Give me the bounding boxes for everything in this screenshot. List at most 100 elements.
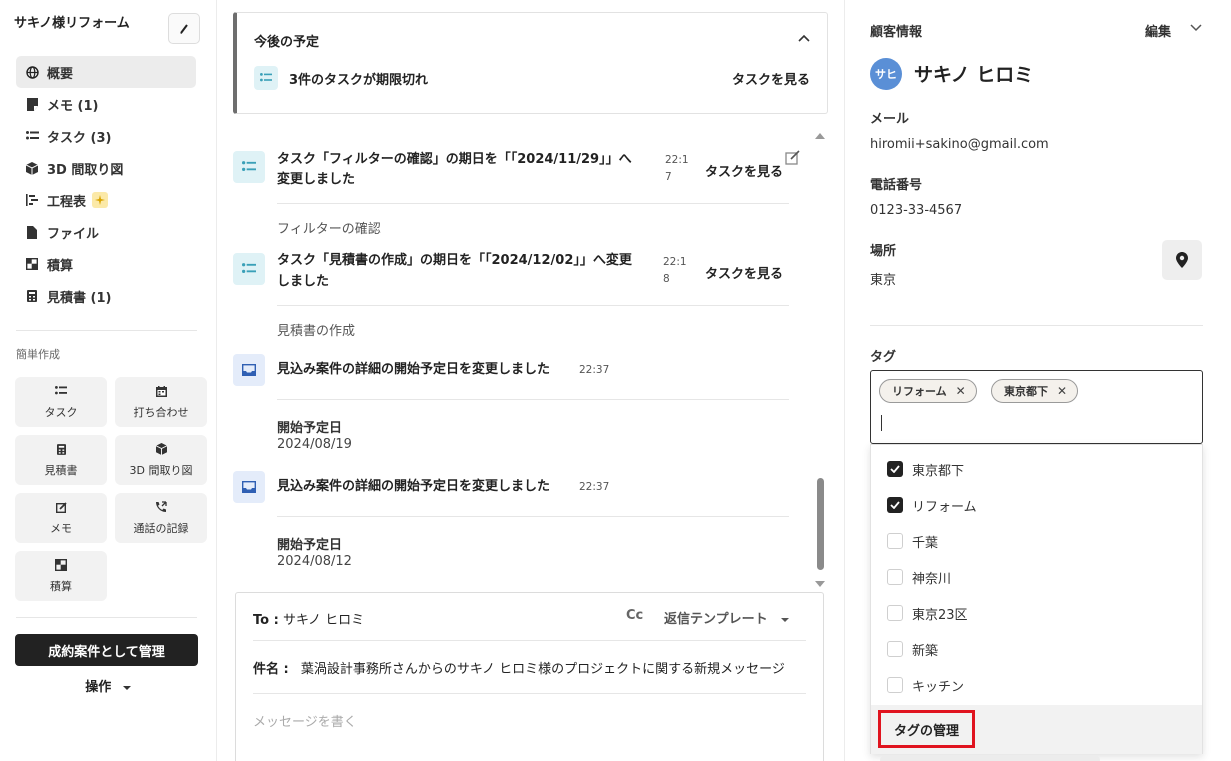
scrollbar-thumb[interactable] bbox=[817, 478, 824, 570]
checkbox-checked-icon[interactable] bbox=[887, 497, 903, 513]
recipient-field[interactable]: To : サキノ ヒロミ bbox=[253, 609, 364, 628]
checkbox-icon[interactable] bbox=[887, 605, 903, 621]
feed-scrollbar[interactable] bbox=[814, 130, 826, 588]
tag-option-label: 新築 bbox=[912, 643, 939, 659]
sidebar-item-tasks[interactable]: タスク (3) bbox=[16, 120, 196, 152]
tag-dropdown: 東京都下 リフォーム 千葉 神奈川 東京23区 新築 キッチン タグの管理 bbox=[870, 444, 1203, 754]
estimate-icon bbox=[55, 558, 67, 572]
map-pin-icon bbox=[1176, 252, 1188, 268]
sidebar-item-estimate[interactable]: 積算 bbox=[16, 248, 196, 280]
caret-down-icon bbox=[781, 617, 790, 622]
checkbox-icon[interactable] bbox=[887, 533, 903, 549]
to-label: To : bbox=[253, 613, 279, 628]
customer-name: サキノ ヒロミ bbox=[914, 64, 1034, 86]
avatar: サヒ bbox=[870, 58, 902, 90]
chevron-down-icon[interactable] bbox=[1189, 22, 1203, 32]
sidebar-item-quotation[interactable]: 見積書 (1) bbox=[16, 280, 196, 312]
divider bbox=[253, 640, 806, 641]
text-cursor bbox=[881, 415, 882, 431]
quick-estimate-button[interactable]: 積算 bbox=[15, 551, 107, 601]
estimate-icon bbox=[25, 257, 39, 271]
activity-title-cont: しました bbox=[277, 274, 330, 289]
tag-option[interactable]: 神奈川 bbox=[887, 567, 951, 587]
sidebar-item-schedule[interactable]: 工程表 bbox=[16, 184, 196, 216]
activity-task-name: 見積書の作成 bbox=[277, 324, 356, 339]
sidebar-item-memo[interactable]: メモ (1) bbox=[16, 88, 196, 120]
activity-title: 見込み案件の詳細の開始予定日を変更しました bbox=[277, 362, 551, 377]
sidebar-item-files[interactable]: ファイル bbox=[16, 216, 196, 248]
manage-tags-button[interactable]: タグの管理 bbox=[878, 710, 975, 748]
map-button[interactable] bbox=[1162, 240, 1202, 280]
divider bbox=[870, 325, 1203, 326]
tag-option-label: 東京都下 bbox=[912, 463, 965, 479]
tag-option[interactable]: 千葉 bbox=[887, 531, 938, 551]
checkbox-icon[interactable] bbox=[887, 677, 903, 693]
checkbox-checked-icon[interactable] bbox=[887, 461, 903, 477]
cc-button[interactable]: Cc bbox=[626, 608, 643, 623]
sidebar-item-overview[interactable]: 概要 bbox=[16, 56, 196, 88]
quick-quotation-button[interactable]: 見積書 bbox=[15, 435, 107, 485]
sidebar-item-label: 積算 bbox=[47, 258, 74, 274]
calculator-icon bbox=[25, 289, 39, 303]
change-field-label: 開始予定日 bbox=[277, 538, 343, 553]
tag-option[interactable]: キッチン bbox=[887, 675, 964, 695]
quick-3d-floorplan-label: 3D 間取り図 bbox=[129, 464, 193, 477]
quick-task-button[interactable]: タスク bbox=[15, 377, 107, 427]
quick-meeting-label: 打ち合わせ bbox=[133, 406, 189, 419]
activity-time-cont: 8 bbox=[663, 273, 670, 285]
inbox-icon bbox=[233, 354, 265, 386]
tag-option[interactable]: リフォーム bbox=[887, 495, 977, 515]
divider bbox=[16, 330, 197, 331]
customer-panel: 顧客情報 編集 サヒ サキノ ヒロミ メール hiromii+sakino@gm… bbox=[844, 0, 1231, 761]
sidebar-item-3d-floorplan[interactable]: 3D 間取り図 bbox=[16, 152, 196, 184]
phone-value[interactable]: 0123-33-4567 bbox=[870, 203, 962, 218]
scroll-down-icon[interactable] bbox=[815, 580, 825, 588]
remove-tag-icon[interactable]: ✕ bbox=[956, 384, 966, 398]
edit-customer-button[interactable]: 編集 bbox=[1145, 21, 1171, 40]
email-value[interactable]: hiromii+sakino@gmail.com bbox=[870, 137, 1049, 152]
scroll-up-icon[interactable] bbox=[815, 132, 825, 140]
tag-chip[interactable]: 東京都下 ✕ bbox=[991, 379, 1079, 403]
quick-estimate-label: 積算 bbox=[50, 580, 72, 593]
activity-title: 見込み案件の詳細の開始予定日を変更しました bbox=[277, 479, 551, 494]
pencil-icon bbox=[180, 23, 188, 34]
subject-label: 件名 : bbox=[253, 662, 289, 677]
sidebar-item-label: 工程表 bbox=[47, 194, 87, 210]
subject-field[interactable]: 件名 : 葉渦設計事務所さんからのサキノ ヒロミ様のプロジェクトに関する新規メッ… bbox=[253, 658, 808, 677]
view-tasks-link[interactable]: タスクを見る bbox=[732, 69, 810, 88]
sidebar-item-label: 3D 間取り図 bbox=[47, 162, 124, 178]
sidebar-item-label: ファイル bbox=[47, 226, 100, 242]
operations-menu-button[interactable]: 操作 bbox=[0, 676, 217, 695]
quick-meeting-button[interactable]: 打ち合わせ bbox=[115, 377, 207, 427]
checkbox-icon[interactable] bbox=[887, 641, 903, 657]
chevron-up-icon bbox=[798, 34, 810, 42]
tag-option-label: 東京23区 bbox=[912, 607, 968, 623]
message-input[interactable]: メッセージを書く bbox=[253, 711, 357, 730]
checkbox-icon[interactable] bbox=[887, 569, 903, 585]
tag-chip-label: リフォーム bbox=[892, 385, 947, 398]
subject-value: 葉渦設計事務所さんからのサキノ ヒロミ様のプロジェクトに関する新規メッセージ bbox=[300, 662, 785, 677]
divider bbox=[277, 305, 789, 306]
operations-label: 操作 bbox=[85, 680, 112, 695]
tag-option[interactable]: 新築 bbox=[887, 639, 938, 659]
tag-option[interactable]: 東京23区 bbox=[887, 603, 968, 623]
view-task-link[interactable]: タスクを見る bbox=[705, 161, 783, 180]
tags-label: タグ bbox=[870, 350, 897, 365]
quick-memo-button[interactable]: メモ bbox=[15, 493, 107, 543]
external-edit-icon[interactable] bbox=[785, 150, 801, 166]
edit-project-button[interactable] bbox=[168, 13, 200, 44]
sidebar-item-label: 見積書 (1) bbox=[47, 290, 112, 306]
quick-call-log-button[interactable]: 通話の記録 bbox=[115, 493, 207, 543]
remove-tag-icon[interactable]: ✕ bbox=[1057, 384, 1067, 398]
quick-3d-floorplan-button[interactable]: 3D 間取り図 bbox=[115, 435, 207, 485]
collapse-upcoming-button[interactable] bbox=[798, 31, 810, 46]
reply-template-dropdown[interactable]: 返信テンプレート bbox=[664, 608, 790, 627]
tag-input[interactable]: リフォーム ✕ 東京都下 ✕ bbox=[870, 370, 1203, 444]
tag-chip[interactable]: リフォーム ✕ bbox=[879, 379, 977, 403]
activity-title: タスク「フィルターの確認」の期日を「「2024/11/29」」へ bbox=[277, 152, 632, 167]
view-task-link[interactable]: タスクを見る bbox=[705, 263, 783, 282]
manage-as-contract-button[interactable]: 成約案件として管理 bbox=[15, 634, 198, 666]
sidebar-item-label: メモ (1) bbox=[47, 98, 99, 114]
tag-option-label: キッチン bbox=[912, 679, 965, 695]
tag-option[interactable]: 東京都下 bbox=[887, 459, 964, 479]
